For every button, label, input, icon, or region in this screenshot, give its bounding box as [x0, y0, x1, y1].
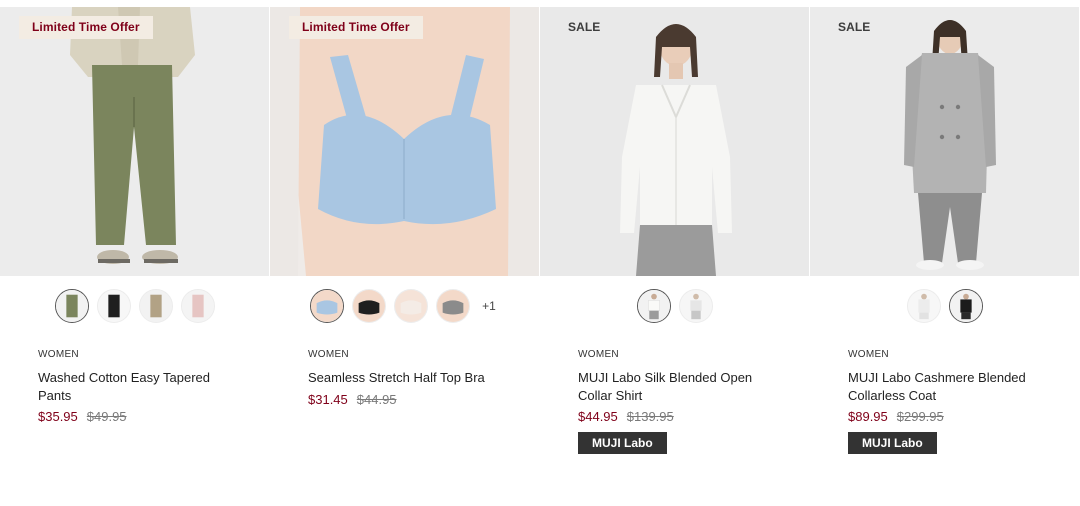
product-prices: $35.95 $49.95 [38, 409, 238, 424]
product-info: WOMEN Washed Cotton Easy Tapered Pants $… [38, 349, 238, 424]
product-photo-pants [0, 7, 269, 276]
sale-badge: SALE [838, 20, 871, 34]
sale-price: $31.45 [308, 391, 348, 407]
limited-offer-badge: Limited Time Offer [19, 16, 153, 39]
swatch-light-gray[interactable] [679, 289, 713, 323]
swatch-off-white[interactable] [394, 289, 428, 323]
swatch-ivory[interactable] [907, 289, 941, 323]
product-category: WOMEN [38, 349, 79, 360]
product-prices: $44.95 $139.95 [578, 409, 778, 424]
swatch-black[interactable] [949, 289, 983, 323]
swatch-black[interactable] [352, 289, 386, 323]
sale-badge: SALE [568, 20, 601, 34]
product-category: WOMEN [308, 349, 349, 360]
product-prices: $31.45 $44.95 [308, 392, 508, 407]
product-info: WOMEN MUJI Labo Cashmere Blended Collarl… [848, 349, 1048, 454]
product-prices: $89.95 $299.95 [848, 409, 1048, 424]
color-swatches [0, 286, 270, 326]
swatch-beige[interactable] [139, 289, 173, 323]
limited-offer-badge: Limited Time Offer [289, 16, 423, 39]
product-photo-coat [810, 7, 1079, 276]
product-info: WOMEN Seamless Stretch Half Top Bra $31.… [308, 349, 508, 407]
swatch-gray[interactable] [436, 289, 470, 323]
product-card[interactable]: Limited Time Offer +1 WOMEN Seamless Str… [270, 7, 540, 506]
swatch-white[interactable] [637, 289, 671, 323]
color-swatches [810, 286, 1080, 326]
swatch-pink[interactable] [181, 289, 215, 323]
product-grid: Limited Time Offer WOMEN Washed Cotton E… [0, 7, 1080, 506]
swatch-black[interactable] [97, 289, 131, 323]
original-price: $299.95 [896, 409, 944, 424]
original-price: $139.95 [626, 409, 674, 424]
color-swatches: +1 [270, 286, 540, 326]
product-image[interactable]: Limited Time Offer [270, 7, 539, 276]
sale-price: $35.95 [38, 409, 78, 424]
original-price: $49.95 [86, 409, 127, 424]
muji-labo-tag: MUJI Labo [848, 432, 937, 454]
product-photo-shirt [540, 7, 809, 276]
more-colors-count[interactable]: +1 [478, 299, 500, 313]
product-category: WOMEN [578, 349, 619, 360]
product-image[interactable]: Limited Time Offer [0, 7, 269, 276]
product-card[interactable]: SALE WOMEN MUJI Labo Cashmere Blended Co… [810, 7, 1080, 506]
product-name[interactable]: Seamless Stretch Half Top Bra [308, 369, 508, 387]
color-swatches [540, 286, 810, 326]
product-image[interactable]: SALE [810, 7, 1079, 276]
product-name[interactable]: MUJI Labo Silk Blended Open Collar Shirt [578, 369, 778, 404]
product-name[interactable]: Washed Cotton Easy Tapered Pants [38, 369, 238, 404]
original-price: $44.95 [356, 391, 397, 407]
product-card[interactable]: Limited Time Offer WOMEN Washed Cotton E… [0, 7, 270, 506]
product-card[interactable]: SALE WOMEN MUJI Labo Silk Blended Open C… [540, 7, 810, 506]
product-name[interactable]: MUJI Labo Cashmere Blended Collarless Co… [848, 369, 1048, 404]
muji-labo-tag: MUJI Labo [578, 432, 667, 454]
sale-price: $44.95 [578, 409, 618, 424]
product-photo-bra [270, 7, 539, 276]
sale-price: $89.95 [848, 409, 888, 424]
swatch-olive[interactable] [55, 289, 89, 323]
product-info: WOMEN MUJI Labo Silk Blended Open Collar… [578, 349, 778, 454]
product-category: WOMEN [848, 349, 889, 360]
swatch-light-blue[interactable] [310, 289, 344, 323]
product-image[interactable]: SALE [540, 7, 809, 276]
